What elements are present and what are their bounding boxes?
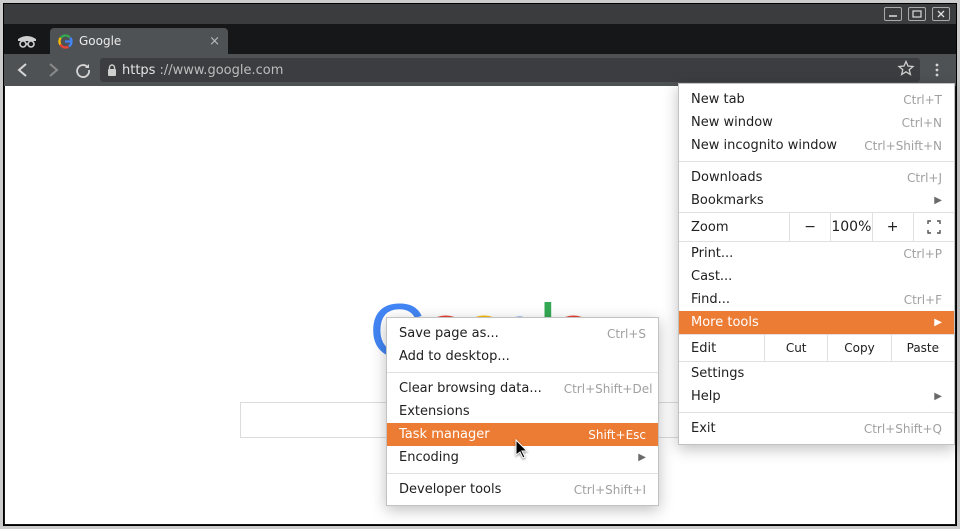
bookmark-star-button[interactable] <box>898 60 914 80</box>
main-menu-button[interactable] <box>924 57 950 83</box>
zoom-out-button[interactable]: − <box>789 213 830 241</box>
zoom-label: Zoom <box>679 220 789 235</box>
menu-new-incognito[interactable]: New incognito windowCtrl+Shift+N <box>679 134 954 157</box>
menu-new-window[interactable]: New windowCtrl+N <box>679 111 954 134</box>
address-bar[interactable]: https ://www.google.com <box>100 58 920 82</box>
menu-downloads[interactable]: DownloadsCtrl+J <box>679 166 954 189</box>
maximize-icon <box>912 10 922 18</box>
submenu-developer-tools[interactable]: Developer toolsCtrl+Shift+I <box>387 478 658 501</box>
browser-window: Google × https ://www.google.com <box>3 3 957 526</box>
menu-more-tools[interactable]: More tools▶ <box>679 311 954 334</box>
arrow-left-icon <box>15 62 31 78</box>
window-maximize-button[interactable] <box>908 7 926 21</box>
titlebar <box>4 4 956 24</box>
chevron-right-icon: ▶ <box>934 317 942 328</box>
menu-zoom-row: Zoom − 100% + <box>679 212 954 242</box>
submenu-clear-browsing-data[interactable]: Clear browsing data...Ctrl+Shift+Del <box>387 377 658 400</box>
incognito-icon <box>10 24 44 54</box>
reload-icon <box>75 62 91 78</box>
url-scheme: https <box>122 63 155 78</box>
window-close-button[interactable] <box>932 7 950 21</box>
url-rest: ://www.google.com <box>159 63 283 78</box>
toolbar: https ://www.google.com <box>4 54 956 86</box>
menu-print[interactable]: Print...Ctrl+P <box>679 242 954 265</box>
submenu-save-page[interactable]: Save page as...Ctrl+S <box>387 322 658 345</box>
menu-find[interactable]: Find...Ctrl+F <box>679 288 954 311</box>
submenu-add-to-desktop[interactable]: Add to desktop... <box>387 345 658 368</box>
zoom-in-button[interactable]: + <box>872 213 913 241</box>
submenu-extensions[interactable]: Extensions <box>387 400 658 423</box>
close-icon <box>936 10 946 18</box>
lock-icon <box>106 63 118 77</box>
edit-cut-button[interactable]: Cut <box>764 335 827 361</box>
edit-label: Edit <box>679 341 764 356</box>
menu-exit[interactable]: ExitCtrl+Shift+Q <box>679 417 954 440</box>
chevron-right-icon: ▶ <box>638 452 646 463</box>
zoom-level: 100% <box>830 213 871 241</box>
chevron-right-icon: ▶ <box>934 391 942 402</box>
fullscreen-icon <box>927 220 941 234</box>
more-tools-submenu: Save page as...Ctrl+S Add to desktop... … <box>386 317 659 506</box>
tab-google[interactable]: Google × <box>50 28 228 54</box>
fullscreen-button[interactable] <box>913 213 954 241</box>
main-menu: New tabCtrl+T New windowCtrl+N New incog… <box>678 83 955 445</box>
menu-cast[interactable]: Cast... <box>679 265 954 288</box>
menu-new-tab[interactable]: New tabCtrl+T <box>679 88 954 111</box>
tab-close-button[interactable]: × <box>209 34 220 49</box>
reload-button[interactable] <box>70 57 96 83</box>
menu-help[interactable]: Help▶ <box>679 385 954 408</box>
google-favicon-icon <box>58 34 73 49</box>
minimize-icon <box>888 10 898 18</box>
window-minimize-button[interactable] <box>884 7 902 21</box>
menu-settings[interactable]: Settings <box>679 362 954 385</box>
tab-strip: Google × <box>4 24 956 54</box>
mouse-cursor-icon <box>516 440 532 460</box>
edit-paste-button[interactable]: Paste <box>891 335 954 361</box>
tab-title: Google <box>79 34 121 48</box>
menu-bookmarks[interactable]: Bookmarks▶ <box>679 189 954 212</box>
forward-button[interactable] <box>40 57 66 83</box>
arrow-right-icon <box>45 62 61 78</box>
menu-edit-row: Edit Cut Copy Paste <box>679 334 954 362</box>
star-icon <box>898 60 914 76</box>
chevron-right-icon: ▶ <box>934 195 942 206</box>
edit-copy-button[interactable]: Copy <box>827 335 890 361</box>
back-button[interactable] <box>10 57 36 83</box>
kebab-icon <box>930 62 944 78</box>
